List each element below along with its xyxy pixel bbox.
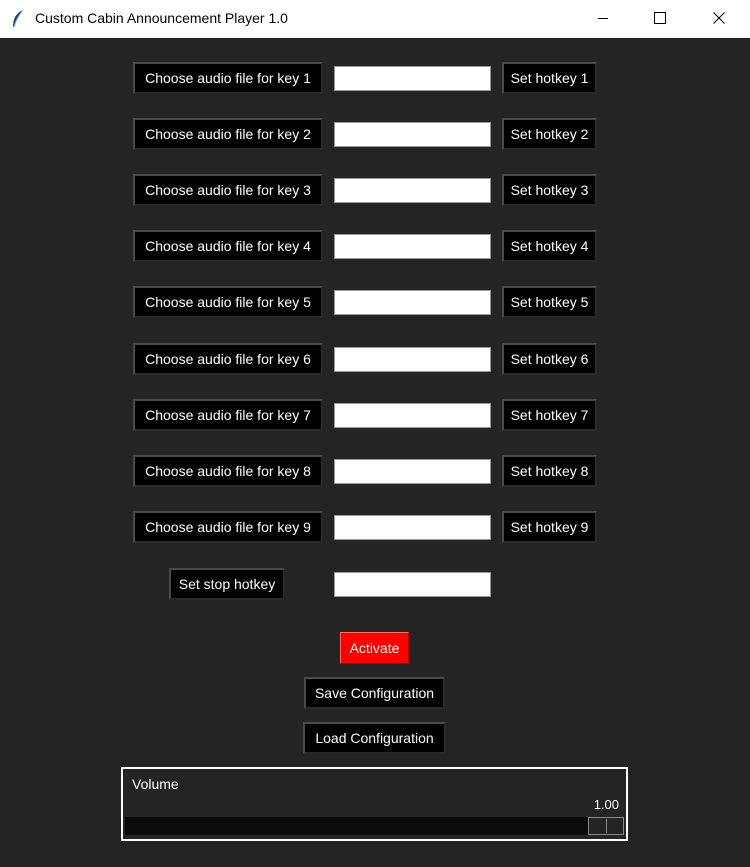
stop-hotkey-field[interactable]: [334, 572, 491, 597]
window-title: Custom Cabin Announcement Player 1.0: [35, 10, 288, 26]
feather-icon: [13, 9, 24, 28]
audio-file-field-6[interactable]: [334, 347, 491, 372]
audio-file-field-7[interactable]: [334, 403, 491, 428]
save-configuration-button[interactable]: Save Configuration: [304, 677, 445, 709]
set-hotkey-button-8[interactable]: Set hotkey 8: [502, 455, 597, 487]
set-hotkey-button-6[interactable]: Set hotkey 6: [502, 343, 597, 375]
minimize-button[interactable]: [580, 0, 626, 36]
choose-audio-button-1[interactable]: Choose audio file for key 1: [133, 62, 323, 94]
set-hotkey-button-9[interactable]: Set hotkey 9: [502, 511, 597, 543]
load-configuration-button[interactable]: Load Configuration: [303, 722, 446, 754]
set-hotkey-button-3[interactable]: Set hotkey 3: [502, 174, 597, 206]
set-stop-hotkey-button[interactable]: Set stop hotkey: [169, 568, 285, 600]
audio-file-field-4[interactable]: [334, 234, 491, 259]
choose-audio-button-7[interactable]: Choose audio file for key 7: [133, 399, 323, 431]
audio-file-field-1[interactable]: [334, 66, 491, 91]
volume-scale: Volume 1.00: [121, 767, 628, 841]
maximize-icon: [654, 12, 666, 24]
audio-file-field-8[interactable]: [334, 459, 491, 484]
set-hotkey-button-4[interactable]: Set hotkey 4: [502, 230, 597, 262]
volume-slider-trough[interactable]: [125, 817, 624, 835]
close-button[interactable]: [696, 0, 742, 36]
choose-audio-button-8[interactable]: Choose audio file for key 8: [133, 455, 323, 487]
choose-audio-button-2[interactable]: Choose audio file for key 2: [133, 118, 323, 150]
title-bar: Custom Cabin Announcement Player 1.0: [0, 0, 750, 38]
choose-audio-button-9[interactable]: Choose audio file for key 9: [133, 511, 323, 543]
choose-audio-button-5[interactable]: Choose audio file for key 5: [133, 286, 323, 318]
maximize-button[interactable]: [637, 0, 683, 36]
close-icon: [713, 12, 725, 24]
volume-value: 1.00: [593, 797, 619, 812]
activate-button[interactable]: Activate: [340, 632, 409, 664]
choose-audio-button-3[interactable]: Choose audio file for key 3: [133, 174, 323, 206]
volume-slider-handle[interactable]: [588, 817, 624, 835]
set-hotkey-button-2[interactable]: Set hotkey 2: [502, 118, 597, 150]
set-hotkey-button-5[interactable]: Set hotkey 5: [502, 286, 597, 318]
audio-file-field-2[interactable]: [334, 122, 491, 147]
audio-file-field-3[interactable]: [334, 178, 491, 203]
choose-audio-button-6[interactable]: Choose audio file for key 6: [133, 343, 323, 375]
set-hotkey-button-1[interactable]: Set hotkey 1: [502, 62, 597, 94]
choose-audio-button-4[interactable]: Choose audio file for key 4: [133, 230, 323, 262]
audio-file-field-5[interactable]: [334, 290, 491, 315]
minimize-icon: [598, 18, 608, 19]
audio-file-field-9[interactable]: [334, 515, 491, 540]
set-hotkey-button-7[interactable]: Set hotkey 7: [502, 399, 597, 431]
volume-label: Volume: [132, 776, 179, 792]
